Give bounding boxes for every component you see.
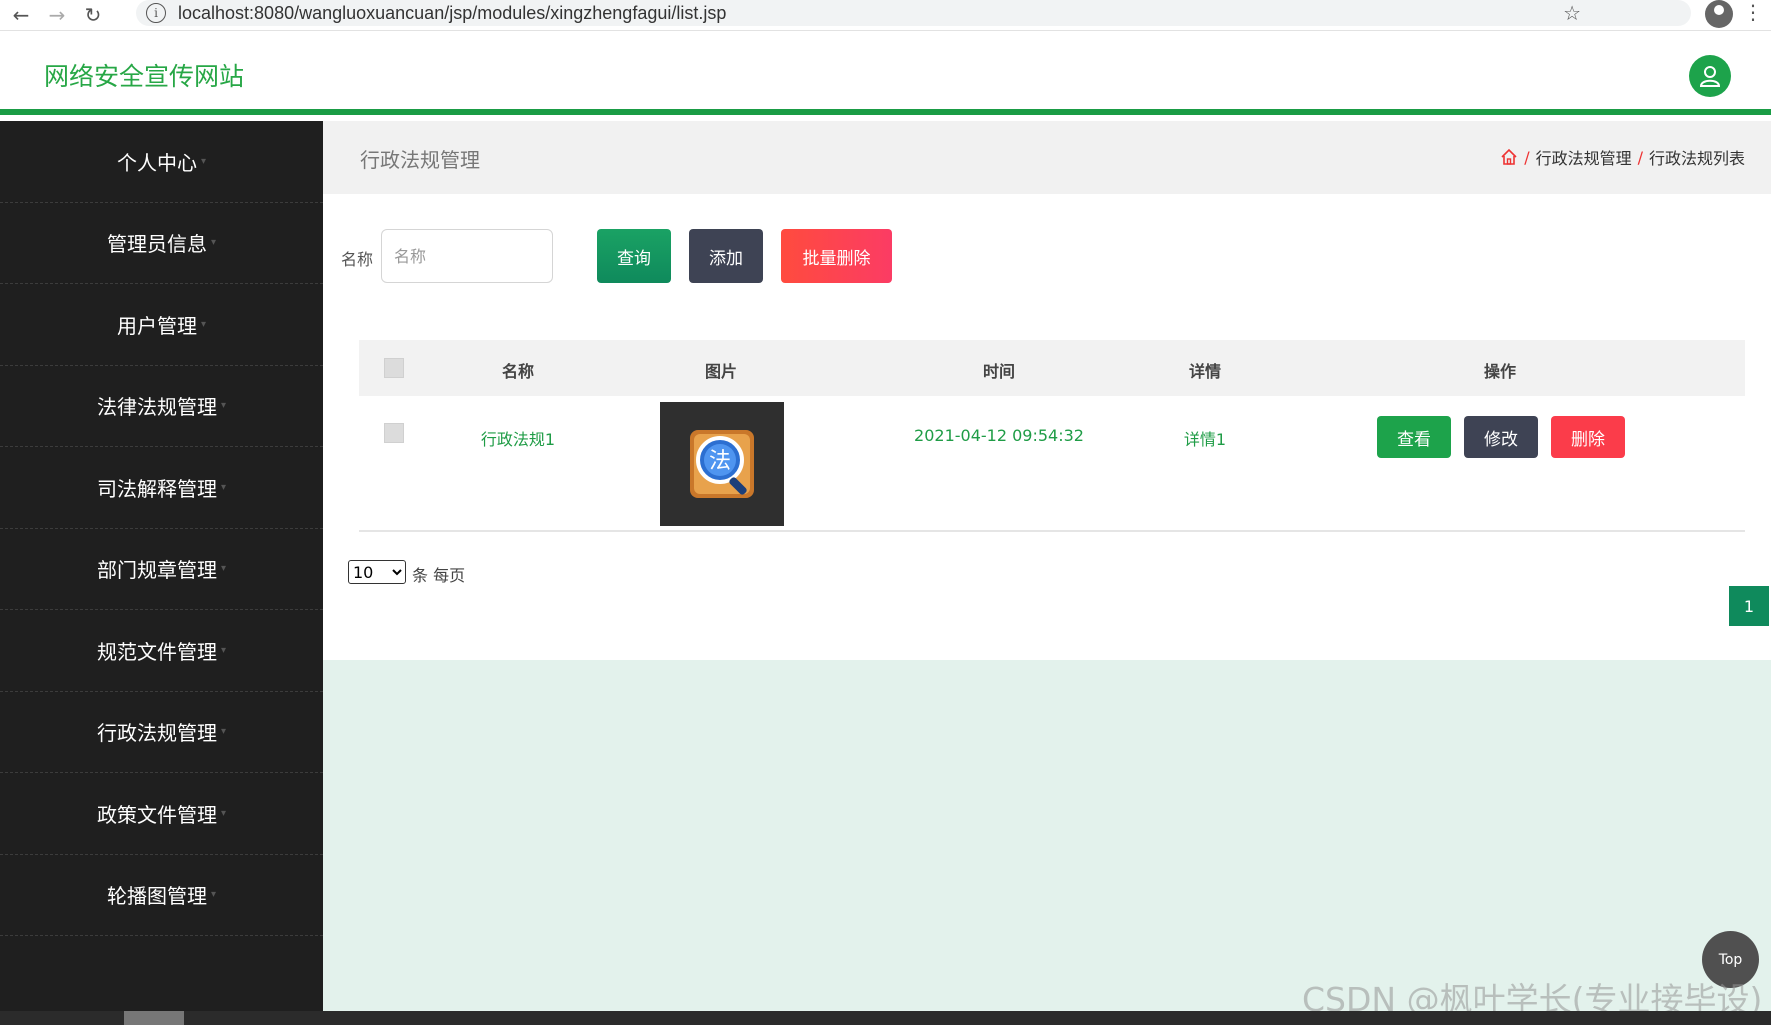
sidebar-item-label: 用户管理 — [116, 313, 197, 338]
scrollbar-thumb[interactable] — [124, 1011, 184, 1025]
data-table: 名称 图片 时间 详情 操作 行政法规1 法 2021-04-12 09:54:… — [359, 340, 1745, 532]
caret-down-icon: ▾ — [220, 807, 227, 819]
row-time: 2021-04-12 09:54:32 — [914, 426, 1084, 445]
browser-profile-icon[interactable] — [1705, 0, 1733, 28]
sidebar-item-judicial-interpretation[interactable]: 司法解释管理 ▾ — [0, 447, 323, 529]
column-header-image: 图片 — [704, 362, 738, 381]
name-search-input[interactable] — [381, 229, 553, 283]
column-header-detail: 详情 — [1188, 362, 1222, 381]
page-title: 行政法规管理 — [360, 148, 480, 172]
sidebar-item-department-rules[interactable]: 部门规章管理 ▾ — [0, 529, 323, 610]
caret-down-icon: ▾ — [200, 318, 207, 330]
sidebar-item-personal-center[interactable]: 个人中心 ▾ — [0, 121, 323, 203]
query-button[interactable]: 查询 — [597, 229, 671, 283]
breadcrumb-item[interactable]: 行政法规管理 — [1536, 145, 1632, 169]
sidebar-item-normative-documents[interactable]: 规范文件管理 ▾ — [0, 610, 323, 692]
column-header-time: 时间 — [982, 362, 1016, 381]
search-label: 名称 — [341, 250, 374, 269]
browser-toolbar: ← → ↻ i localhost:8080/wangluoxuancuan/j… — [0, 0, 1771, 31]
sidebar-item-label: 部门规章管理 — [96, 558, 217, 583]
select-all-checkbox[interactable] — [384, 358, 404, 378]
forward-arrow-icon[interactable]: → — [42, 1, 72, 29]
main-content: 行政法规管理 / 行政法规管理 / 行政法规列表 名称 查询 添加 批量删除 名… — [323, 121, 1771, 1011]
sidebar-item-label: 法律法规管理 — [96, 395, 217, 420]
sidebar-item-laws[interactable]: 法律法规管理 ▾ — [0, 366, 323, 447]
breadcrumb: / 行政法规管理 / 行政法规列表 — [1500, 145, 1745, 169]
sidebar-item-label: 行政法规管理 — [96, 721, 217, 746]
caret-down-icon: ▾ — [220, 644, 227, 656]
caret-down-icon: ▾ — [210, 889, 217, 901]
row-checkbox[interactable] — [384, 423, 404, 443]
sidebar-item-policy-documents[interactable]: 政策文件管理 ▾ — [0, 773, 323, 855]
sidebar-item-label: 政策文件管理 — [96, 802, 217, 827]
reload-icon[interactable]: ↻ — [78, 1, 108, 29]
law-book-icon: 法 — [690, 430, 754, 498]
caret-down-icon: ▾ — [220, 563, 227, 575]
batch-delete-button[interactable]: 批量删除 — [781, 229, 892, 283]
sidebar-item-user-management[interactable]: 用户管理 ▾ — [0, 284, 323, 366]
page-size-select[interactable]: 10 — [348, 560, 406, 584]
page-size-label: 条 每页 — [412, 566, 466, 585]
edit-button[interactable]: 修改 — [1464, 416, 1538, 458]
sidebar-item-label: 个人中心 — [116, 150, 197, 175]
row-name[interactable]: 行政法规1 — [481, 426, 555, 450]
breadcrumb-separator: / — [1637, 147, 1643, 167]
view-button[interactable]: 查看 — [1377, 416, 1451, 458]
caret-down-icon: ▾ — [220, 726, 227, 738]
delete-button[interactable]: 删除 — [1551, 416, 1625, 458]
title-bar: 行政法规管理 / 行政法规管理 / 行政法规列表 — [323, 121, 1771, 194]
sidebar-item-label: 司法解释管理 — [96, 476, 217, 501]
column-header-name: 名称 — [501, 362, 535, 381]
info-icon[interactable]: i — [146, 3, 166, 23]
user-icon — [1699, 66, 1721, 87]
sidebar-item-admin-info[interactable]: 管理员信息 ▾ — [0, 203, 323, 284]
user-avatar-icon[interactable] — [1689, 55, 1731, 97]
site-header: 网络安全宣传网站 — [0, 33, 1771, 115]
content-panel: 行政法规管理 / 行政法规管理 / 行政法规列表 名称 查询 添加 批量删除 名… — [323, 121, 1771, 660]
caret-down-icon: ▾ — [220, 481, 227, 493]
sidebar-item-label: 规范文件管理 — [96, 639, 217, 664]
bookmark-star-icon[interactable]: ☆ — [1563, 1, 1581, 25]
svg-text:法: 法 — [709, 449, 731, 474]
caret-down-icon: ▾ — [220, 400, 227, 412]
breadcrumb-separator: / — [1524, 147, 1530, 167]
sidebar-item-carousel[interactable]: 轮播图管理 ▾ — [0, 855, 323, 936]
home-icon[interactable] — [1500, 148, 1518, 166]
table-header: 名称 图片 时间 详情 操作 — [359, 340, 1745, 396]
url-text[interactable]: localhost:8080/wangluoxuancuan/jsp/modul… — [178, 3, 726, 24]
breadcrumb-item: 行政法规列表 — [1648, 149, 1745, 168]
address-bar[interactable]: i localhost:8080/wangluoxuancuan/jsp/mod… — [136, 0, 1691, 26]
pagination-page-1[interactable]: 1 — [1729, 586, 1769, 626]
horizontal-scrollbar[interactable] — [0, 1011, 1771, 1025]
back-arrow-icon[interactable]: ← — [6, 1, 36, 29]
column-header-actions: 操作 — [1483, 362, 1517, 381]
row-thumbnail-image: 法 — [660, 402, 784, 526]
site-title: 网络安全宣传网站 — [44, 62, 245, 91]
sidebar-item-label: 管理员信息 — [106, 232, 207, 257]
browser-menu-icon[interactable]: ⋮ — [1743, 0, 1763, 24]
caret-down-icon: ▾ — [210, 237, 217, 249]
sidebar-menu: 个人中心 ▾ 管理员信息 ▾ 用户管理 ▾ 法律法规管理 ▾ 司法解释管理 ▾ 部门规章管… — [0, 121, 323, 1011]
add-button[interactable]: 添加 — [689, 229, 763, 283]
sidebar-item-administrative-regulations[interactable]: 行政法规管理 ▾ — [0, 692, 323, 773]
sidebar-item-label: 轮播图管理 — [106, 884, 207, 909]
row-detail[interactable]: 详情1 — [1184, 426, 1226, 450]
caret-down-icon: ▾ — [200, 155, 207, 167]
